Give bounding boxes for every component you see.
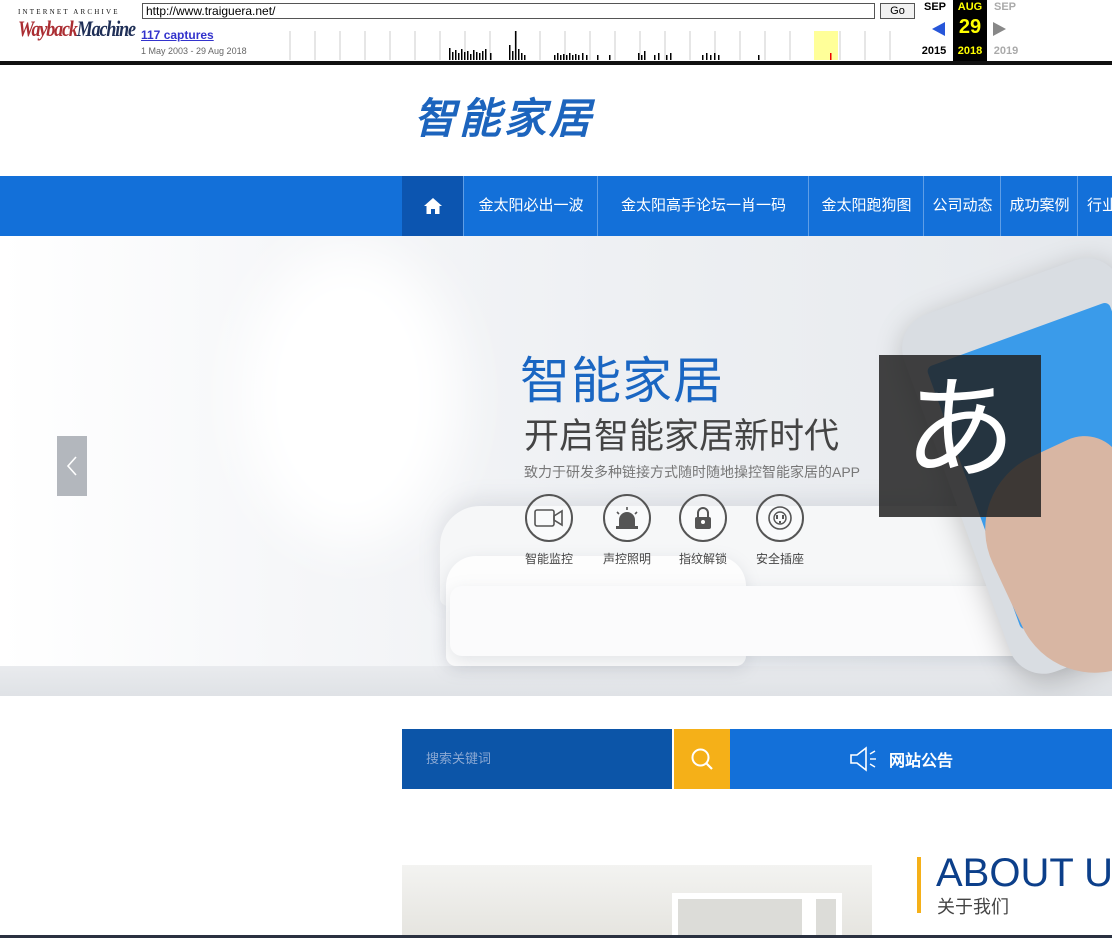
about-title: ABOUT U: [936, 851, 1112, 895]
megaphone-icon: [850, 746, 876, 772]
search-button[interactable]: [674, 729, 730, 789]
banner-description: 致力于研发多种链接方式随时随地操控智能家居的APP: [524, 464, 861, 480]
wayback-logo-main: WaybackMachine: [18, 16, 136, 41]
feature-monitor-label: 智能监控: [524, 552, 573, 566]
wayback-current-month: AUG: [957, 1, 983, 13]
banner-subtitle: 开启智能家居新时代: [524, 417, 840, 457]
nav-item-2[interactable]: 金太阳高手论坛一肖一码: [597, 176, 809, 236]
video-camera-icon: [534, 509, 563, 527]
wayback-capture-range: 1 May 2003 - 29 Aug 2018: [141, 46, 247, 56]
wayback-url-input[interactable]: http://www.traiguera.net/: [142, 3, 875, 19]
site-notice-bar[interactable]: 网站公告: [730, 729, 1112, 789]
lamp-glow: [240, 246, 460, 546]
feature-unlock-label: 指纹解锁: [678, 552, 727, 566]
feature-lighting: 声控照明: [592, 494, 662, 567]
wayback-current-day: 29: [958, 16, 982, 38]
site-logo[interactable]: 智能家居: [414, 95, 594, 143]
about-image: [402, 865, 872, 938]
nav-item-1[interactable]: 金太阳必出一波: [463, 176, 598, 236]
wayback-next-arrow-icon[interactable]: [993, 22, 1006, 36]
about-image-frame: [802, 893, 816, 938]
search-icon: [691, 748, 713, 770]
wayback-next-year[interactable]: 2019: [988, 45, 1024, 57]
wayback-toolbar: INTERNET ARCHIVE WaybackMachine http://w…: [0, 0, 1112, 65]
wayback-prev-month[interactable]: SEP: [920, 1, 950, 13]
feature-socket-label: 安全插座: [755, 552, 804, 566]
nav-home-button[interactable]: [402, 176, 463, 236]
nav-item-3[interactable]: 金太阳跑狗图: [808, 176, 924, 236]
feature-socket: 安全插座: [745, 494, 815, 567]
notice-label: 网站公告: [888, 753, 953, 770]
search-box: [402, 729, 672, 789]
alarm-light-icon: [616, 507, 638, 529]
sofa-seat: [450, 586, 1080, 656]
wayback-logo-main-b: Machine: [76, 16, 136, 41]
slider-prev-button[interactable]: [57, 436, 87, 496]
home-icon: [423, 198, 442, 214]
about-accent-bar: [917, 857, 921, 913]
main-nav: 金太阳必出一波 金太阳高手论坛一肖一码 金太阳跑狗图 公司动态 成功案例 行业: [0, 176, 1112, 236]
feature-unlock-circle: [679, 494, 727, 542]
nav-item-industry[interactable]: 行业: [1077, 176, 1112, 236]
wayback-captures-link[interactable]: 117 captures: [141, 28, 214, 42]
wayback-logo[interactable]: INTERNET ARCHIVE WaybackMachine: [18, 8, 136, 52]
wayback-logo-top: INTERNET ARCHIVE: [18, 8, 120, 16]
search-input[interactable]: [402, 729, 672, 789]
wayback-current-year: 2018: [957, 45, 983, 57]
feature-unlock: 指纹解锁: [668, 494, 738, 567]
feature-lighting-circle: [603, 494, 651, 542]
wayback-logo-main-a: Wayback: [18, 16, 78, 41]
wayback-prev-year[interactable]: 2015: [916, 45, 952, 57]
feature-lighting-label: 声控照明: [602, 552, 651, 566]
feature-monitor: 智能监控: [514, 494, 584, 567]
ime-indicator: あ: [879, 355, 1041, 517]
nav-item-news[interactable]: 公司动态: [923, 176, 1001, 236]
wayback-go-button[interactable]: Go: [880, 3, 915, 19]
floor: [0, 666, 1112, 696]
banner-title: 智能家居: [520, 352, 724, 410]
wayback-capture-sparkline[interactable]: [264, 31, 919, 60]
wayback-next-month[interactable]: SEP: [990, 1, 1020, 13]
nav-item-cases[interactable]: 成功案例: [1000, 176, 1078, 236]
about-image-window: [672, 893, 842, 938]
feature-socket-circle: [756, 494, 804, 542]
wayback-prev-arrow-icon[interactable]: [932, 22, 945, 36]
socket-icon: [768, 506, 792, 530]
chevron-left-icon: [66, 456, 77, 476]
lock-icon: [695, 507, 711, 529]
about-subtitle: 关于我们: [937, 897, 1009, 917]
feature-monitor-circle: [525, 494, 573, 542]
